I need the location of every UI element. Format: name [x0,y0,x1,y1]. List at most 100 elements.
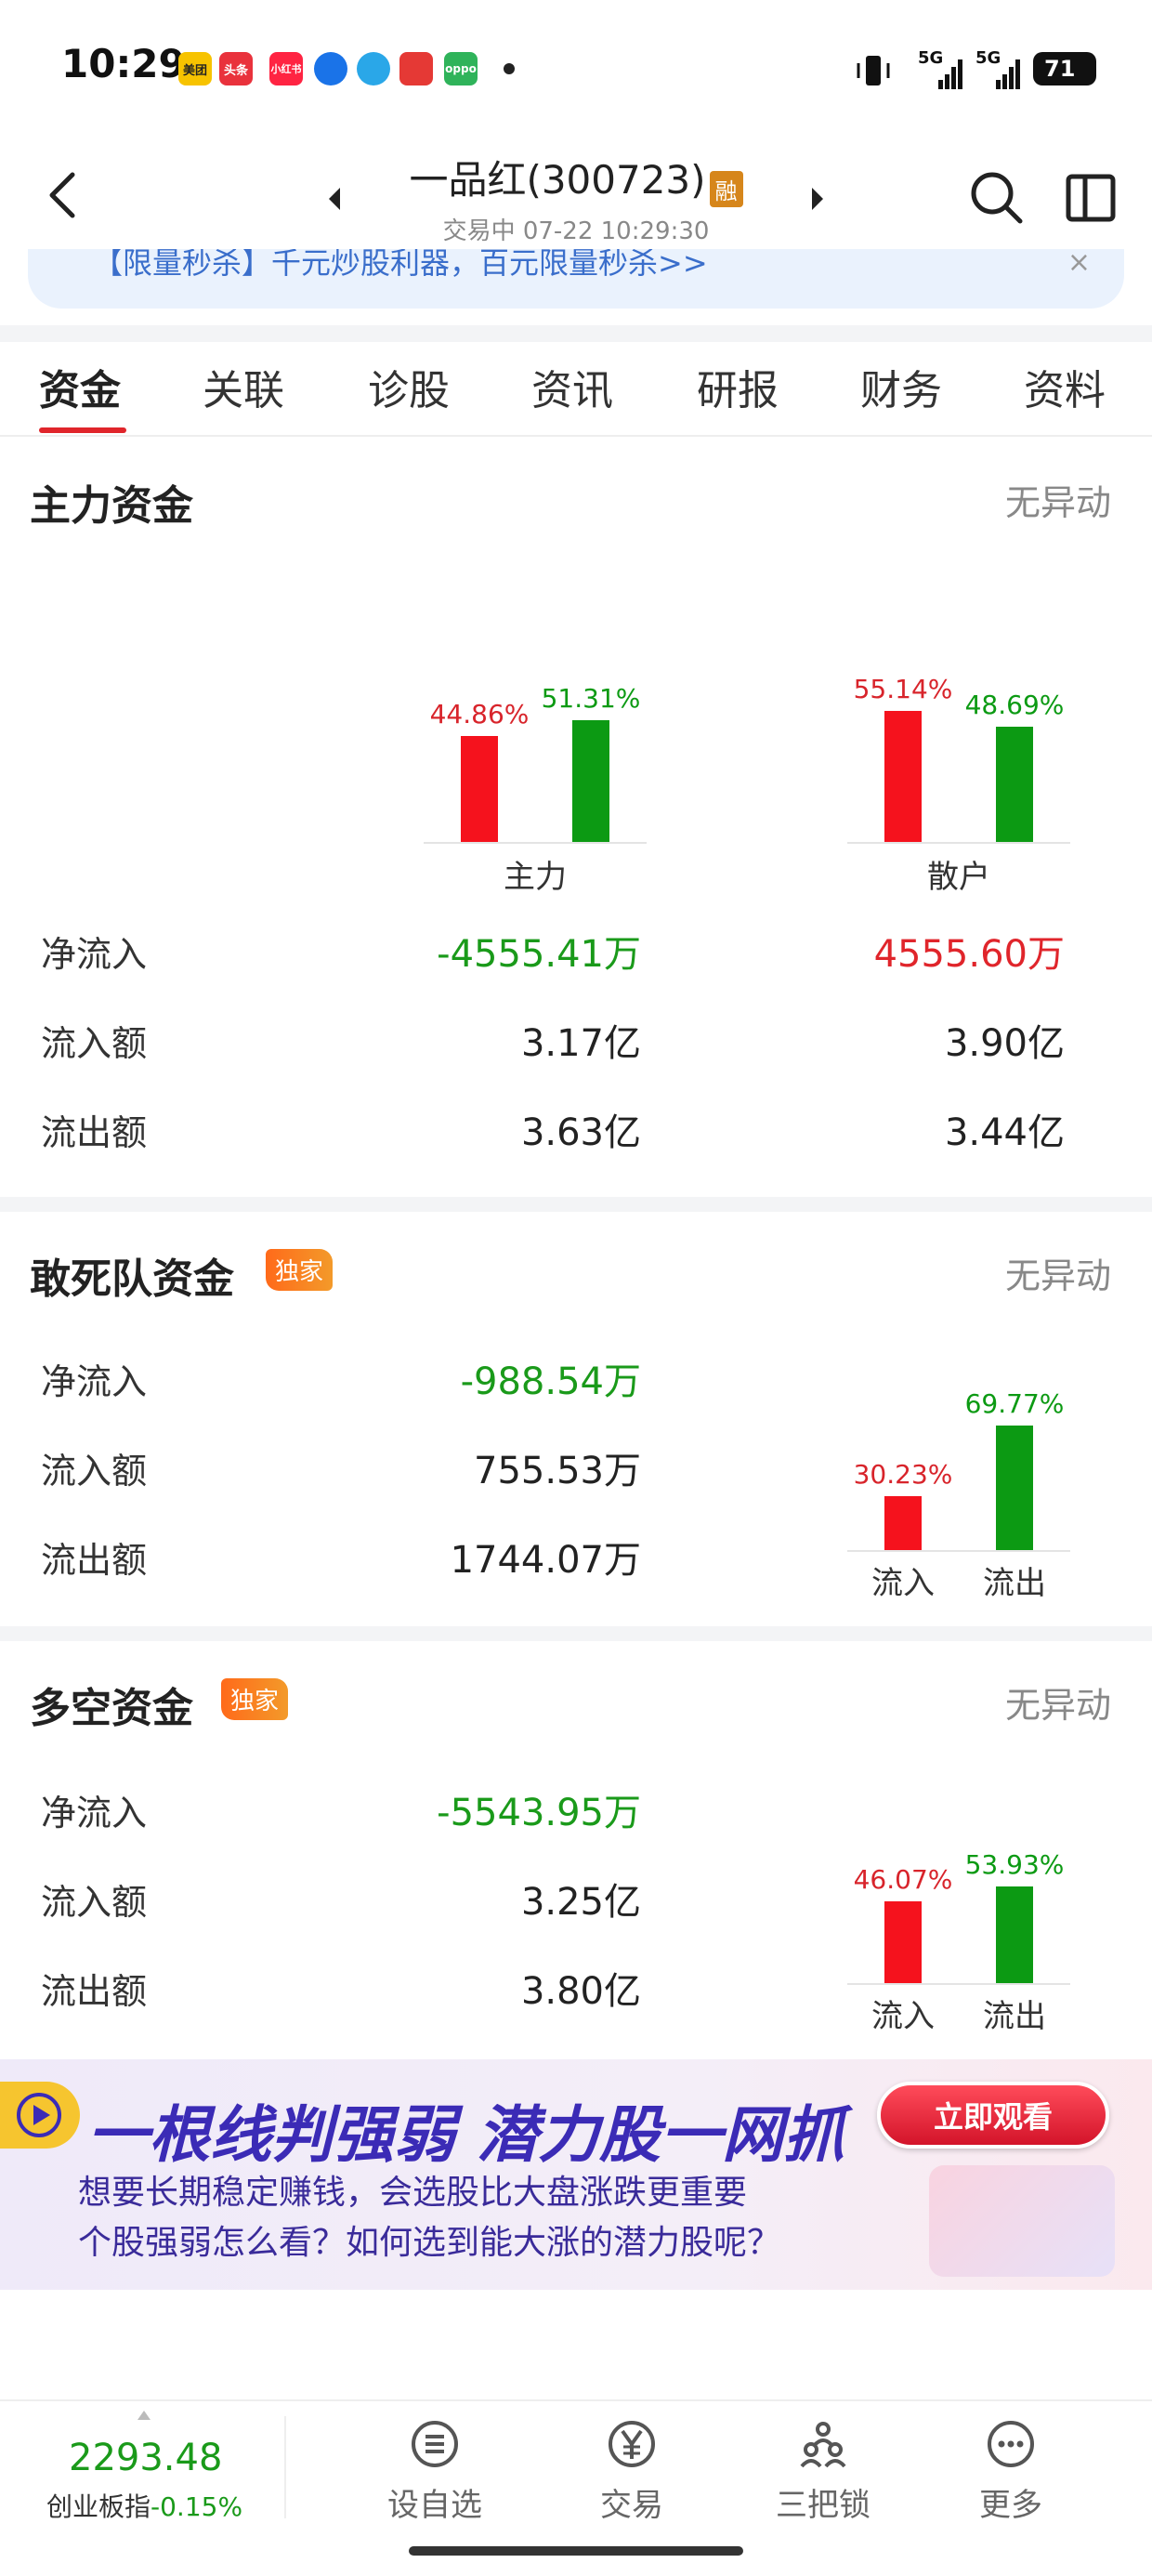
next-stock-icon[interactable] [812,188,823,210]
search-icon[interactable] [966,167,1026,227]
more-icon [988,2421,1034,2467]
index-change: -0.15% [151,2491,243,2522]
list-icon [412,2421,458,2467]
inflow-label: 流入额 [41,1023,148,1064]
main-inflow-pct: 44.86% [429,699,530,729]
meituan-icon: 美团 [178,52,212,85]
main-inflow: 3.17亿 [520,1022,641,1065]
ls-in-label: 流入 [871,1998,935,2035]
nav-add-watchlist[interactable]: 设自选 [360,2418,509,2525]
retail-outflow-bar [996,727,1033,842]
caret-up-icon[interactable] [137,2411,151,2420]
dare-inflow-bar [884,1496,922,1550]
ls-outflow-label: 流出额 [41,1971,148,2012]
dare-fund-status[interactable]: 无异动 [1005,1247,1111,1298]
main-fund-title: 主力资金 [30,482,193,530]
dare-fund-title: 敢死队资金 [30,1255,234,1303]
nav-label: 三把锁 [776,2487,871,2524]
ls-outflow: 3.80亿 [520,1970,641,2013]
battery-icon: 71 [1033,52,1096,85]
retail-inflow-bar [884,711,922,842]
divider [284,2416,286,2518]
divider [0,1626,1152,1641]
play-icon [17,2093,61,2137]
home-indicator[interactable] [409,2546,743,2556]
nav-more[interactable]: 更多 [936,2418,1085,2525]
ls-inflow-pct: 46.07% [853,1864,953,1895]
promo-notice-text: 【限量秒杀】千元炒股利器，百元限量秒杀>> [93,249,708,281]
people-icon [800,2422,846,2468]
exclusive-badge: 独家 [266,1249,334,1291]
status-time: 10:29 [61,41,186,86]
tab-profile[interactable]: 资料 [1024,357,1106,416]
net-inflow-label: 净流入 [41,934,148,975]
ls-outflow-bar [996,1886,1033,1983]
retail-inflow: 3.90亿 [944,1022,1065,1065]
divider [0,1197,1152,1212]
telegram-icon [357,52,390,85]
signal-1-icon [938,59,962,89]
main-outflow-bar [572,720,609,842]
dare-in-label: 流入 [871,1565,935,1602]
index-value[interactable]: 2293.48 [69,2437,222,2479]
tab-diagnosis[interactable]: 诊股 [368,357,450,416]
longshort-fund-title: 多空资金 [30,1685,193,1732]
divider [0,325,1152,342]
tab-news[interactable]: 资讯 [531,357,613,416]
notification-dot [504,63,515,74]
tab-finance[interactable]: 财务 [860,357,942,416]
margin-badge: 融 [709,171,743,207]
retail-outflow: 3.44亿 [944,1111,1065,1154]
back-arrow-icon[interactable] [41,165,85,225]
dare-inflow-label: 流入额 [41,1451,148,1492]
ls-outflow-pct: 53.93% [964,1849,1065,1880]
nav-trade[interactable]: 交易 [557,2418,706,2525]
page-title: 一品红(300723) [409,157,706,203]
longshort-fund-status[interactable]: 无异动 [1005,1676,1111,1728]
main-chart-baseline [424,842,647,844]
dare-out-label: 流出 [983,1565,1046,1602]
stock-title: 一品红(300723) 融 [334,149,818,207]
tab-fund[interactable]: 资金 [39,357,121,416]
ls-net-inflow-label: 净流入 [41,1793,148,1833]
panel-toggle-icon[interactable] [1063,169,1119,225]
dare-net-inflow: -988.54万 [460,1360,641,1403]
main-fund-status[interactable]: 无异动 [1005,474,1111,525]
promo-notice[interactable]: 【限量秒杀】千元炒股利器，百元限量秒杀>> × [28,249,1124,309]
vibrate-icon [857,56,890,85]
main-chart-label: 主力 [504,859,567,896]
ls-net-inflow: -5543.95万 [437,1792,641,1834]
ad-line-1: 想要长期稳定赚钱，会选股比大盘涨跌更重要 [78,2174,748,2212]
retail-outflow-pct: 48.69% [964,690,1065,720]
dare-outflow: 1744.07万 [450,1539,641,1582]
ad-headline: 一根线判强弱 潜力股一网抓 [87,2099,844,2171]
oppo-icon: oppo [444,52,478,85]
index-ticker[interactable]: 创业板指-0.15% [46,2487,242,2524]
xiaohongshu-icon: 小红书 [269,52,303,85]
battery-level: 71 [1044,56,1076,82]
watch-now-button[interactable]: 立即观看 [877,2082,1109,2149]
nav-label: 交易 [600,2487,663,2524]
trading-status: 交易中 07-22 10:29:30 [442,217,710,245]
dare-outflow-bar [996,1426,1033,1550]
ad-line-2: 个股强弱怎么看？如何选到能大涨的潜力股呢？ [78,2224,781,2262]
nav-label: 设自选 [387,2487,482,2524]
close-icon[interactable]: × [1067,249,1091,277]
dare-net-inflow-label: 净流入 [41,1361,148,1402]
retail-inflow-pct: 55.14% [853,674,953,704]
nav-three-locks[interactable]: 三把锁 [749,2418,897,2525]
main-net-inflow: -4555.41万 [437,933,641,976]
active-tab-indicator [39,427,126,433]
index-name: 创业板指 [46,2491,151,2522]
retail-chart-baseline [847,842,1070,844]
retail-chart-label: 散户 [927,859,990,896]
signal-2-icon [996,59,1020,89]
main-inflow-bar [461,736,498,842]
tab-research[interactable]: 研报 [697,357,779,416]
ls-inflow: 3.25亿 [520,1881,641,1924]
tab-related[interactable]: 关联 [203,357,284,416]
ls-inflow-label: 流入额 [41,1882,148,1923]
main-outflow: 3.63亿 [520,1111,641,1154]
outflow-label: 流出额 [41,1112,148,1153]
ls-inflow-bar [884,1901,922,1983]
